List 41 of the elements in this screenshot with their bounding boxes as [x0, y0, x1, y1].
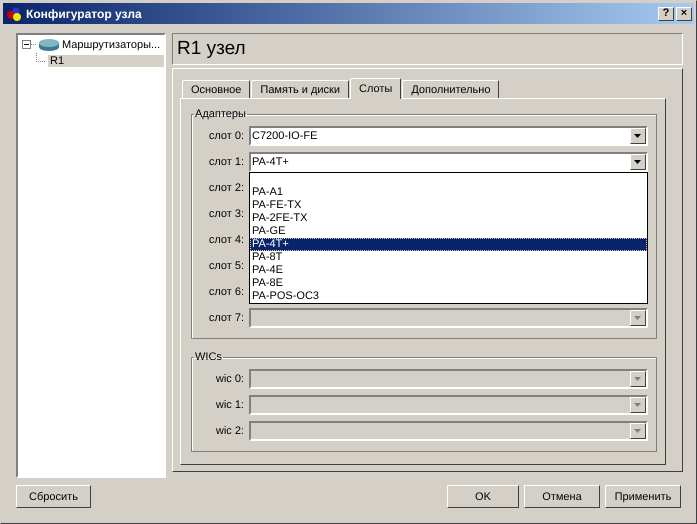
dropdown-field[interactable]: PA-4T+ [249, 152, 648, 172]
title-bar-button[interactable]: × [676, 6, 692, 20]
dropdown-option[interactable]: PA-A1 [250, 186, 647, 199]
dropdown-field[interactable]: C7200-IO-FE [249, 126, 648, 146]
slot-label: слот 7: [208, 312, 245, 324]
title-bar-button[interactable]: ? [658, 6, 674, 20]
reset-button[interactable]: Сбросить [16, 485, 91, 508]
slot-label: wic 1: [214, 399, 245, 411]
dropdown-option[interactable]: PA-GE [250, 225, 647, 238]
dropdown-option[interactable]: PA-4T+ [250, 238, 647, 251]
tree-item[interactable]: R1 [48, 55, 164, 67]
tab[interactable]: Дополнительно [402, 80, 500, 98]
dialog-button[interactable]: OK [447, 485, 519, 508]
dialog-button[interactable]: Применить [605, 485, 681, 508]
slot-label: wic 0: [214, 373, 245, 385]
slot-label: слот 3: [208, 208, 245, 220]
dropdown-option[interactable]: PA-2FE-TX [250, 212, 647, 225]
tree-line-icon [36, 53, 46, 62]
slot-label: слот 1: [208, 156, 245, 168]
group-title: Адаптеры [194, 108, 247, 120]
slot-label: слот 4: [208, 234, 245, 246]
dropdown-option[interactable]: PA-POS-OC3 [250, 290, 647, 303]
slot-label: слот 0: [208, 130, 245, 142]
dropdown-option[interactable]: PA-8E [250, 277, 647, 290]
window-title: Конфигуратор узла [26, 6, 143, 20]
dropdown-option[interactable]: PA-4E [250, 264, 647, 277]
app-icon [6, 6, 22, 22]
tab[interactable]: Слоты [350, 78, 402, 99]
tab[interactable]: Основное [182, 80, 250, 98]
tab[interactable]: Память и диски [251, 80, 349, 98]
slot-label: wic 2: [214, 425, 245, 437]
slot-label: слот 6: [208, 286, 245, 298]
group-title: WICs [194, 351, 223, 363]
dropdown-option[interactable]: PA-8T [250, 251, 647, 264]
slot-label: слот 5: [208, 260, 245, 272]
node-title: R1 узел [172, 33, 683, 65]
slot-label: слот 2: [208, 182, 245, 194]
tree-item[interactable]: Маршрутизаторы... [60, 39, 162, 51]
router-icon [38, 38, 60, 52]
dialog-button[interactable]: Отмена [524, 485, 600, 508]
dropdown-option[interactable]: PA-FE-TX [250, 199, 647, 212]
